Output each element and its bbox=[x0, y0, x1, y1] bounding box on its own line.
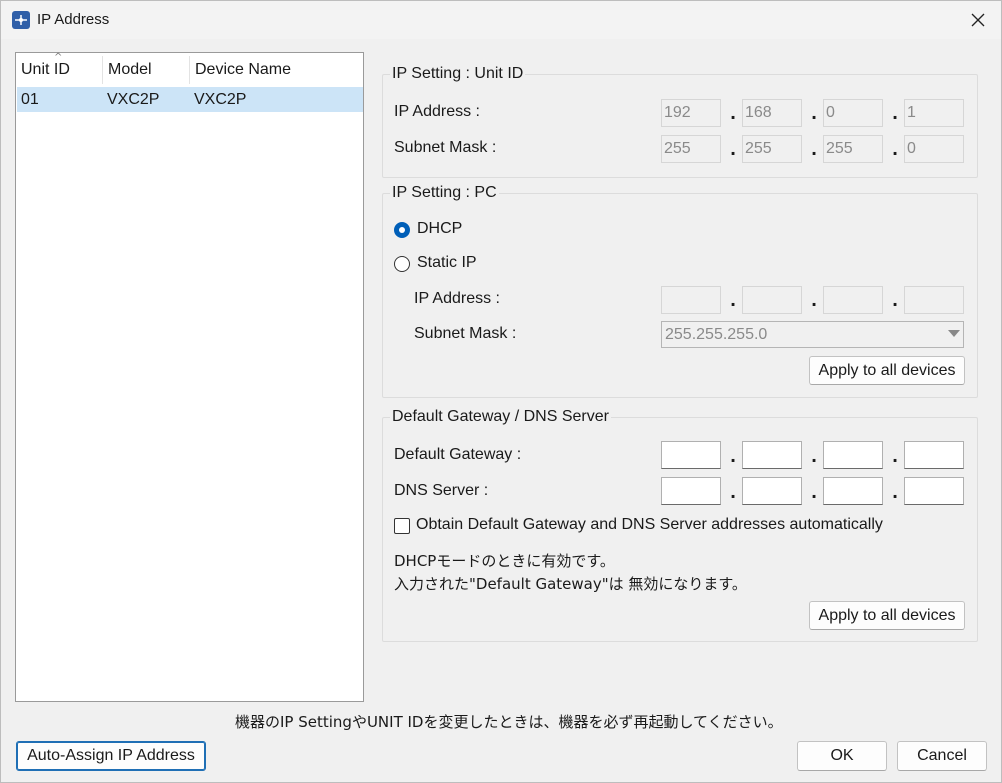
ok-button[interactable]: OK bbox=[797, 741, 887, 771]
restart-warning: 機器のIP SettingやUNIT IDを変更したときは、機器を必ず再起動して… bbox=[235, 713, 783, 731]
pc-ip-octet-2[interactable] bbox=[742, 286, 802, 314]
dns-server-label: DNS Server : bbox=[394, 482, 489, 499]
cell-unit-id: 01 bbox=[21, 91, 39, 108]
dns-octet-4[interactable] bbox=[904, 477, 964, 505]
gateway-octet-2[interactable] bbox=[742, 441, 802, 469]
unit-ip-octet-2: 168 bbox=[742, 99, 802, 127]
gateway-octet-1[interactable] bbox=[661, 441, 721, 469]
unit-ip-octet-3: 0 bbox=[823, 99, 883, 127]
octet-separator: . bbox=[811, 140, 818, 159]
octet-separator: . bbox=[892, 140, 899, 159]
dns-octet-3[interactable] bbox=[823, 477, 883, 505]
table-row[interactable]: 01 VXC2P VXC2P bbox=[17, 87, 363, 112]
gateway-octet-3[interactable] bbox=[823, 441, 883, 469]
dns-octet-2[interactable] bbox=[742, 477, 802, 505]
unit-id-group-title: IP Setting : Unit ID bbox=[390, 65, 526, 83]
dns-octet-1[interactable] bbox=[661, 477, 721, 505]
column-header-device-name[interactable]: Device Name bbox=[190, 53, 360, 87]
pc-subnet-mask-select[interactable]: 255.255.255.0 bbox=[661, 321, 964, 348]
gateway-invalid-note: 入力された"Default Gateway"は 無効になります。 bbox=[394, 575, 747, 593]
octet-separator: . bbox=[730, 140, 737, 159]
column-header-unit-id[interactable]: Unit ID bbox=[16, 53, 102, 87]
title-bar: IP Address bbox=[1, 1, 1001, 39]
octet-separator: . bbox=[892, 483, 899, 502]
octet-separator: . bbox=[811, 104, 818, 123]
gateway-octet-4[interactable] bbox=[904, 441, 964, 469]
unit-mask-octet-2: 255 bbox=[742, 135, 802, 163]
dhcp-label[interactable]: DHCP bbox=[417, 220, 462, 238]
cancel-button[interactable]: Cancel bbox=[897, 741, 987, 771]
close-button[interactable] bbox=[955, 1, 1001, 39]
pc-ip-octet-3[interactable] bbox=[823, 286, 883, 314]
ip-address-dialog: IP Address ^ Unit ID Model Device Name 0… bbox=[0, 0, 1002, 783]
gateway-group-title: Default Gateway / DNS Server bbox=[390, 408, 611, 426]
unit-ip-address-label: IP Address : bbox=[394, 103, 480, 120]
list-header: ^ Unit ID Model Device Name bbox=[16, 52, 363, 87]
cell-model: VXC2P bbox=[107, 91, 160, 108]
unit-mask-octet-1: 255 bbox=[661, 135, 721, 163]
octet-separator: . bbox=[730, 291, 737, 310]
device-list[interactable]: ^ Unit ID Model Device Name 01 VXC2P VXC… bbox=[15, 52, 364, 702]
octet-separator: . bbox=[811, 483, 818, 502]
octet-separator: . bbox=[892, 291, 899, 310]
default-gateway-label: Default Gateway : bbox=[394, 446, 522, 463]
octet-separator: . bbox=[892, 104, 899, 123]
unit-ip-octet-1: 192 bbox=[661, 99, 721, 127]
chevron-down-icon bbox=[948, 330, 960, 337]
octet-separator: . bbox=[730, 104, 737, 123]
unit-ip-octet-4: 1 bbox=[904, 99, 964, 127]
pc-subnet-mask-label: Subnet Mask : bbox=[414, 325, 517, 342]
pc-group-title: IP Setting : PC bbox=[390, 184, 499, 202]
pc-ip-octet-4[interactable] bbox=[904, 286, 964, 314]
close-icon bbox=[971, 13, 985, 27]
dhcp-note: DHCPモードのときに有効です。 bbox=[394, 552, 615, 570]
window-title: IP Address bbox=[37, 11, 110, 28]
pc-ip-address-label: IP Address : bbox=[414, 290, 500, 307]
octet-separator: . bbox=[730, 447, 737, 466]
gateway-apply-all-button[interactable]: Apply to all devices bbox=[809, 601, 965, 630]
octet-separator: . bbox=[811, 447, 818, 466]
cell-device-name: VXC2P bbox=[194, 91, 247, 108]
unit-subnet-mask-label: Subnet Mask : bbox=[394, 139, 497, 156]
pc-ip-octet-1[interactable] bbox=[661, 286, 721, 314]
octet-separator: . bbox=[730, 483, 737, 502]
static-ip-label[interactable]: Static IP bbox=[417, 254, 477, 272]
auto-assign-ip-button[interactable]: Auto-Assign IP Address bbox=[16, 741, 206, 771]
octet-separator: . bbox=[892, 447, 899, 466]
unit-mask-octet-4: 0 bbox=[904, 135, 964, 163]
unit-mask-octet-3: 255 bbox=[823, 135, 883, 163]
column-header-model[interactable]: Model bbox=[103, 53, 189, 87]
dhcp-radio[interactable] bbox=[394, 222, 410, 238]
static-ip-radio[interactable] bbox=[394, 256, 410, 272]
ip-address-app-icon bbox=[12, 11, 30, 29]
octet-separator: . bbox=[811, 291, 818, 310]
auto-obtain-label[interactable]: Obtain Default Gateway and DNS Server ad… bbox=[416, 516, 883, 534]
pc-subnet-mask-value: 255.255.255.0 bbox=[665, 326, 768, 343]
pc-apply-all-button[interactable]: Apply to all devices bbox=[809, 356, 965, 385]
auto-obtain-checkbox[interactable] bbox=[394, 518, 410, 534]
